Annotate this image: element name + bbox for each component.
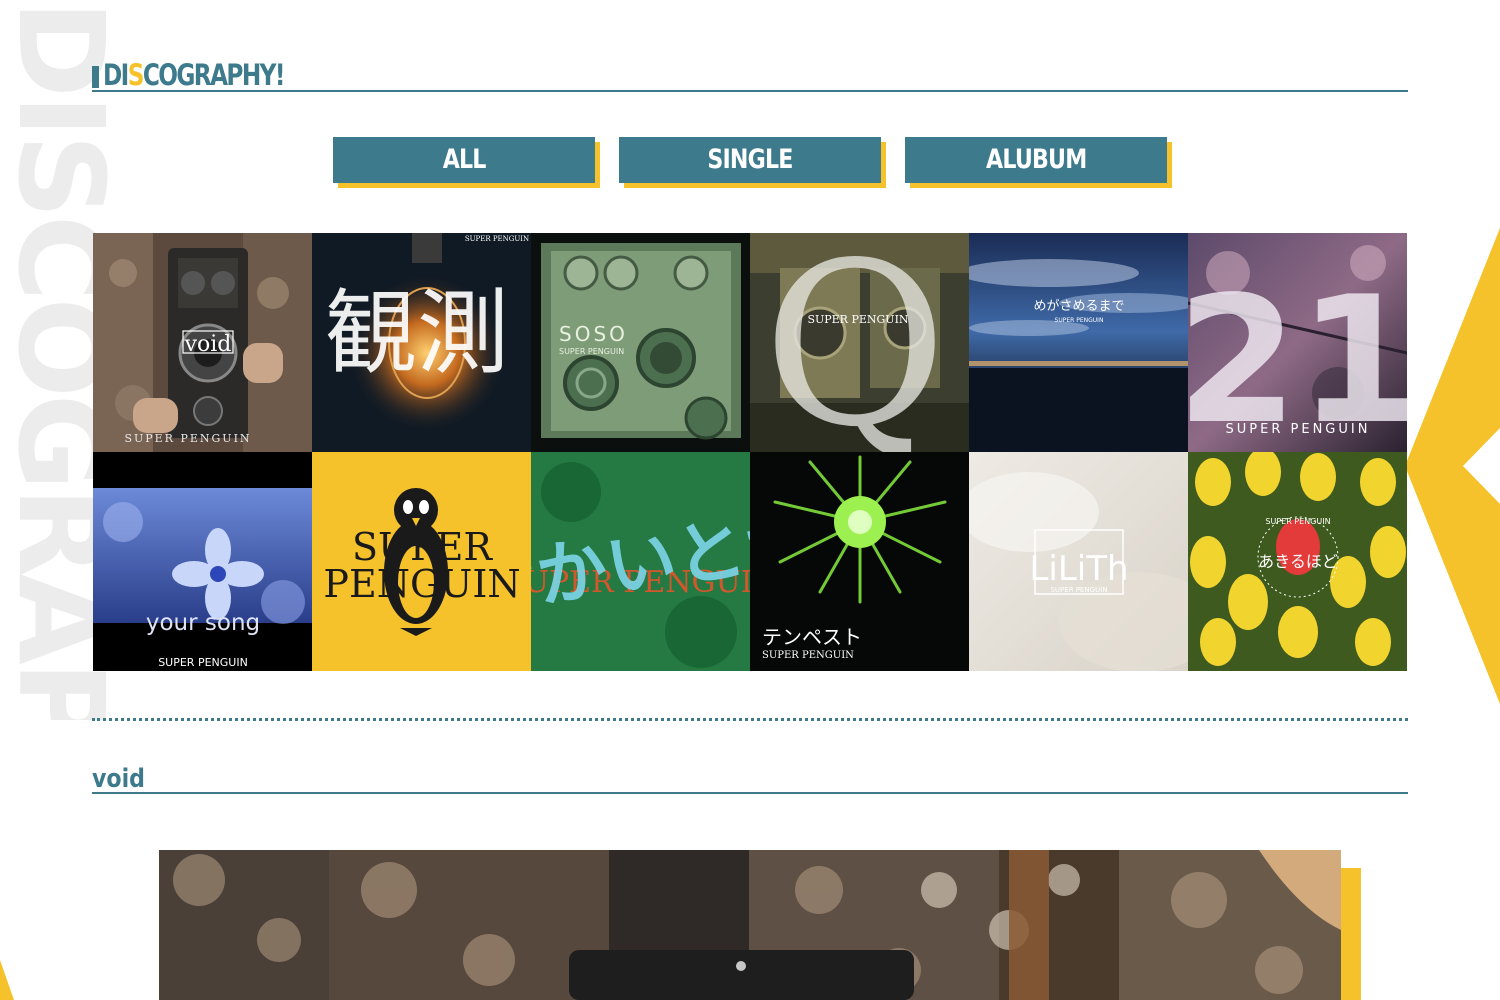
cover-title: your song [146, 610, 260, 636]
release-tile-akiruhodo[interactable]: あきるほど SUPER PENGUIN [1188, 452, 1407, 671]
cover-title: あきるほど [1258, 552, 1338, 571]
cover-title: テンペスト [762, 625, 862, 649]
yellow-triangle-decoration [1405, 228, 1500, 704]
release-grid: void SUPER PENGUIN 観測 SUPER PENGUIN SOSO… [93, 233, 1407, 671]
filter-single-button[interactable]: SINGLE [619, 137, 881, 183]
release-tile-megasamerumade[interactable]: めがさめるまで SUPER PENGUIN [969, 233, 1188, 452]
cover-art-21: 21 SUPER PENGUIN [1188, 233, 1407, 452]
selected-cover-image [159, 850, 1341, 1000]
heading-accent-bar [92, 66, 99, 88]
filter-all-button[interactable]: ALL [333, 137, 595, 183]
release-tile-void[interactable]: void SUPER PENGUIN [93, 233, 312, 452]
filter-album-button[interactable]: ALUBUM [905, 137, 1167, 183]
release-tile-kansoku[interactable]: 観測 SUPER PENGUIN [312, 233, 531, 452]
release-tile-soso[interactable]: SOSO SUPER PENGUIN [531, 233, 750, 452]
yellow-corner-decoration [0, 960, 14, 1000]
cover-art-megasamerumade: めがさめるまで SUPER PENGUIN [969, 233, 1188, 452]
cover-title: めがさめるまで [1033, 299, 1124, 314]
cover-art-q: Q SUPER PENGUIN [750, 233, 969, 452]
cover-artist: SUPER PENGUIN [124, 432, 251, 445]
release-tile-super-penguin[interactable]: SUPER PENGUIN [312, 452, 531, 671]
selected-release-heading: void [92, 762, 1408, 794]
cover-art-tempest: テンペスト SUPER PENGUIN [750, 452, 969, 671]
release-tile-21[interactable]: 21 SUPER PENGUIN [1188, 233, 1407, 452]
release-tile-sekaitoka[interactable]: SUPER PENGUIN せかいとか [531, 452, 750, 671]
cover-title: SOSO [559, 322, 628, 346]
selected-release-cover [159, 850, 1341, 1000]
cover-art-soso: SOSO SUPER PENGUIN [531, 233, 750, 452]
discography-heading: DISCOGRAPHY! [92, 58, 1408, 92]
cover-artist: PENGUIN [323, 562, 520, 606]
title-highlight-letter: S [127, 58, 145, 92]
cover-art-your-song: your song SUPER PENGUIN [93, 452, 312, 671]
cover-title: 観測 [325, 280, 509, 387]
release-tile-lilith[interactable]: LiLiTh SUPER PENGUIN [969, 452, 1188, 671]
cover-artist: SUPER PENGUIN [762, 650, 854, 661]
cover-art-void: void SUPER PENGUIN [93, 233, 312, 452]
cover-art-super-penguin: SUPER PENGUIN [312, 452, 531, 671]
cover-artist: SUPER PENGUIN [559, 347, 624, 356]
cover-artist: SUPER PENGUIN [1226, 422, 1371, 437]
cover-artist: SUPER PENGUIN [1265, 517, 1330, 526]
cover-art-lilith: LiLiTh SUPER PENGUIN [969, 452, 1188, 671]
release-tile-tempest[interactable]: テンペスト SUPER PENGUIN [750, 452, 969, 671]
cover-art-akiruhodo: あきるほど SUPER PENGUIN [1188, 452, 1407, 671]
cover-title: void [184, 332, 232, 357]
cover-art-sekaitoka: SUPER PENGUIN せかいとか [531, 452, 750, 671]
cover-artist: SUPER PENGUIN [1055, 317, 1104, 324]
hero-accent-shadow [1341, 868, 1361, 1000]
cover-artist: SUPER PENGUIN [807, 313, 908, 326]
cover-artist: SUPER PENGUIN [1050, 586, 1107, 594]
cover-title: Q [763, 233, 947, 452]
release-tile-your-song[interactable]: your song SUPER PENGUIN [93, 452, 312, 671]
cover-artist: SUPER PENGUIN [158, 656, 248, 669]
cover-artist: SUPER PENGUIN [465, 235, 529, 243]
cover-art-kansoku: 観測 SUPER PENGUIN [312, 233, 531, 452]
filter-bar: ALL SINGLE ALUBUM [333, 137, 1173, 191]
discography-title: DISCOGRAPHY! [103, 58, 285, 92]
release-tile-q[interactable]: Q SUPER PENGUIN [750, 233, 969, 452]
dotted-divider [92, 718, 1408, 721]
selected-release-title: void [92, 764, 145, 794]
cover-title: LiLiTh [1029, 549, 1128, 589]
